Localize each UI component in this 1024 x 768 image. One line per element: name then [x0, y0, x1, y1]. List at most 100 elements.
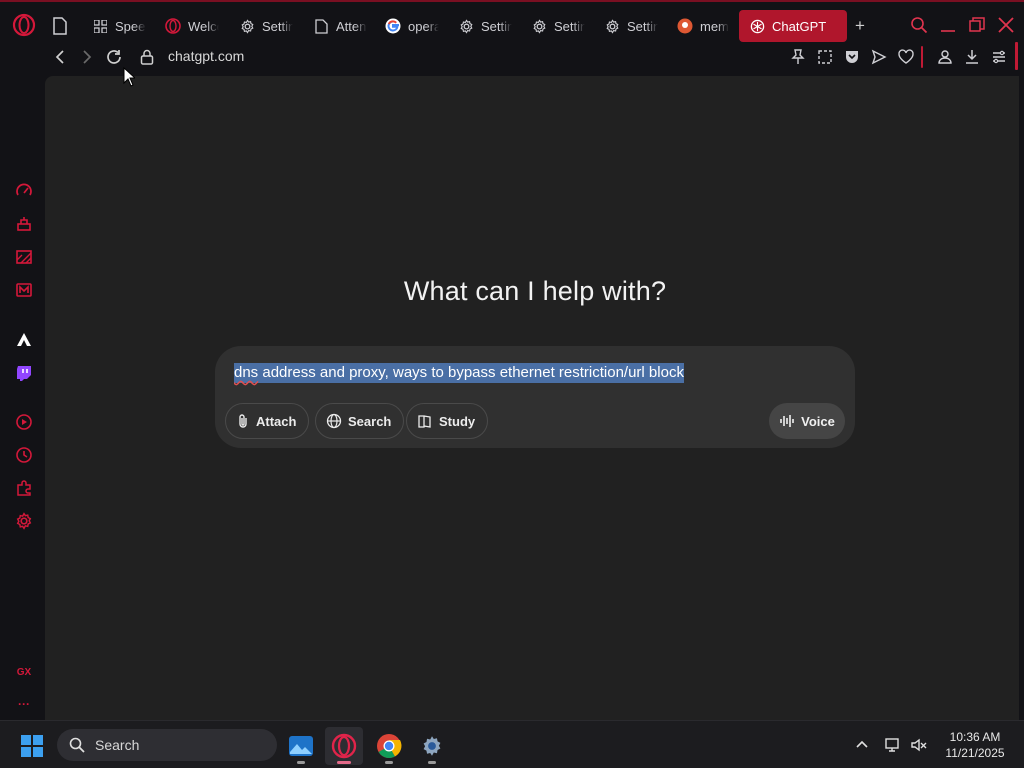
google-icon: [385, 18, 401, 34]
forward-icon[interactable]: [78, 48, 96, 66]
taskbar-app-settings[interactable]: [413, 727, 451, 765]
clock-date: 11/21/2025: [945, 746, 1005, 760]
gmail-icon[interactable]: [14, 280, 34, 300]
extensions-icon[interactable]: [14, 478, 34, 498]
chevron-up-icon[interactable]: [853, 736, 871, 754]
attach-button[interactable]: Attach: [225, 403, 310, 439]
taskbar-app-photos[interactable]: [282, 727, 320, 765]
speed-dial-icon: [92, 18, 108, 34]
pocket-icon[interactable]: [843, 48, 861, 66]
tab-label: Speed Dial: [115, 18, 146, 34]
opera-menu-icon[interactable]: [12, 13, 36, 37]
document-icon: [313, 18, 329, 34]
gx-corner-label[interactable]: GX: [14, 662, 34, 682]
search-button[interactable]: Search: [315, 403, 405, 439]
tab-settings-4[interactable]: Settings: [602, 10, 658, 42]
browser-window: Speed Dial Welcome Settings Attention op…: [0, 0, 1024, 720]
attach-label: Attach: [256, 413, 297, 429]
tab-label: Attention: [336, 18, 367, 34]
paperclip-icon: [239, 414, 247, 428]
page-content: What can I help with? dns address and pr…: [45, 76, 1019, 720]
snapshot-icon[interactable]: [816, 48, 834, 66]
prompt-text-rest: address and proxy, ways to bypass ethern…: [258, 364, 684, 381]
app-running-indicator: [297, 761, 305, 764]
tab-label: Settings: [481, 18, 512, 34]
opera-icon: [165, 18, 181, 34]
taskbar-app-chrome[interactable]: [370, 727, 408, 765]
lock-icon[interactable]: [138, 48, 156, 66]
address-bar-row: chatgpt.com: [0, 42, 1024, 72]
tab-mem[interactable]: mem: [675, 10, 731, 42]
taskbar: Search 10:36 AM 11/21/2025: [0, 720, 1024, 768]
player-icon[interactable]: [14, 412, 34, 432]
mouse-cursor-icon: [123, 67, 135, 87]
voice-button[interactable]: Voice: [769, 403, 845, 439]
tab-label: mem: [700, 18, 729, 34]
tab-speed-dial[interactable]: Speed Dial: [90, 10, 146, 42]
voice-wave-icon: [780, 415, 794, 427]
gear-icon: [458, 18, 474, 34]
chrome-app-icon: [377, 734, 402, 759]
right-accent-bar: [1015, 42, 1018, 70]
tab-label: opera: [408, 18, 439, 34]
back-icon[interactable]: [51, 48, 69, 66]
pinned-page-icon[interactable]: [52, 17, 68, 35]
study-label: Study: [439, 413, 476, 429]
search-icon: [69, 737, 85, 753]
tab-google[interactable]: opera: [383, 10, 439, 42]
speedometer-icon[interactable]: [14, 181, 34, 201]
close-icon[interactable]: [997, 16, 1015, 34]
clock-time: 10:36 AM: [949, 730, 1001, 744]
address-url[interactable]: chatgpt.com: [168, 48, 244, 64]
restore-icon[interactable]: [968, 16, 986, 34]
app-active-indicator: [337, 761, 351, 764]
wallpaper-icon[interactable]: [14, 247, 34, 267]
tab-label: Welcome: [188, 18, 219, 34]
settings-app-icon: [423, 736, 441, 756]
tab-settings-1[interactable]: Settings: [237, 10, 293, 42]
display-icon[interactable]: [884, 736, 902, 754]
taskbar-clock[interactable]: 10:36 AM 11/21/2025: [940, 729, 1010, 761]
minimize-icon[interactable]: [939, 16, 957, 34]
taskbar-search-label: Search: [95, 737, 140, 753]
prompt-composer[interactable]: dns address and proxy, ways to bypass et…: [215, 346, 855, 448]
reload-icon[interactable]: [105, 48, 123, 66]
twitch-icon[interactable]: [14, 363, 34, 383]
gear-icon: [239, 18, 255, 34]
search-tabs-icon[interactable]: [910, 16, 928, 34]
aria-icon[interactable]: [14, 214, 34, 234]
toolbar-separator: [921, 46, 923, 68]
chatgpt-icon: [749, 18, 765, 34]
profile-icon[interactable]: [936, 48, 954, 66]
search-label: Search: [348, 413, 392, 429]
easy-setup-icon[interactable]: [990, 48, 1008, 66]
study-button[interactable]: Study: [406, 403, 489, 439]
heart-icon[interactable]: [897, 48, 915, 66]
volume-muted-icon[interactable]: [910, 736, 928, 754]
tab-attention[interactable]: Attention: [311, 10, 367, 42]
tab-settings-2[interactable]: Settings: [456, 10, 512, 42]
prompt-input[interactable]: dns address and proxy, ways to bypass et…: [234, 363, 684, 383]
gear-icon: [604, 18, 620, 34]
taskbar-search[interactable]: Search: [57, 729, 277, 761]
tab-chatgpt[interactable]: ChatGPT: [739, 10, 847, 42]
settings-icon[interactable]: [14, 511, 34, 531]
aria-ai-icon[interactable]: [14, 330, 34, 350]
more-menu-icon[interactable]: ···: [14, 694, 34, 714]
tab-label: Settings: [262, 18, 293, 34]
windows-start-icon[interactable]: [20, 734, 44, 758]
globe-icon: [326, 413, 342, 429]
app-running-indicator: [428, 761, 436, 764]
new-tab-plus-icon[interactable]: +: [852, 17, 868, 34]
gear-icon: [531, 18, 547, 34]
pin-icon[interactable]: [789, 48, 807, 66]
tab-welcome[interactable]: Welcome: [163, 10, 219, 42]
taskbar-app-opera-gx[interactable]: [325, 727, 363, 765]
send-icon[interactable]: [870, 48, 888, 66]
tab-settings-3[interactable]: Settings: [529, 10, 585, 42]
history-icon[interactable]: [14, 445, 34, 465]
download-icon[interactable]: [963, 48, 981, 66]
app-running-indicator: [385, 761, 393, 764]
tab-label: ChatGPT: [772, 18, 827, 34]
opera-gx-app-icon: [331, 733, 357, 759]
